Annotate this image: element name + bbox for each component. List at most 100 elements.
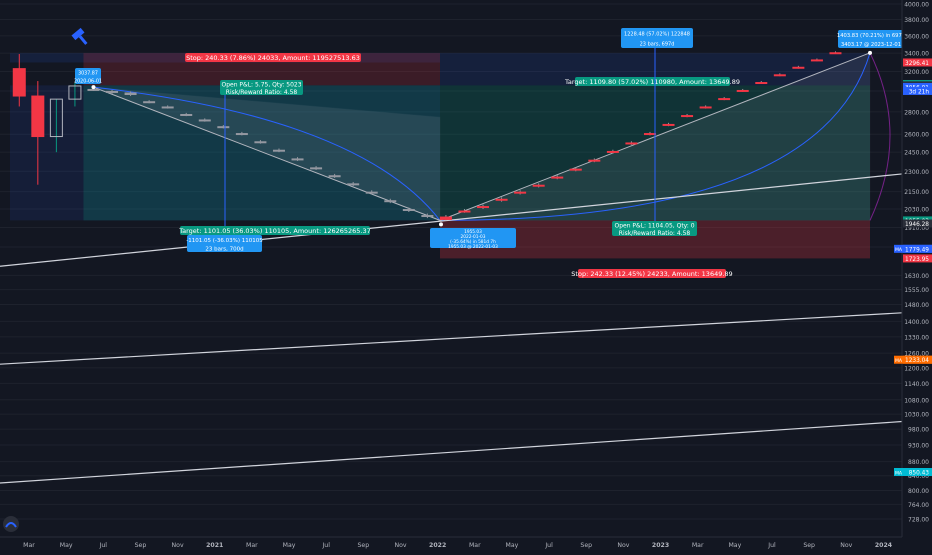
candle-body [569, 168, 582, 171]
x-tick-label: Mar [23, 542, 35, 549]
x-tick-label: Nov [394, 542, 406, 549]
y-tick-label: 2800.00 [904, 109, 929, 116]
short-pnl-label-text-0: Open P&L: 5.75, Qty: 5023 [221, 81, 301, 88]
y-tick-label: 930.00 [908, 442, 929, 449]
hammer-icon[interactable] [71, 27, 90, 48]
end-point-marker[interactable] [868, 50, 872, 55]
candle-body [681, 115, 694, 118]
x-tick-label: 2023 [652, 542, 669, 549]
y-tick-label: 728.00 [908, 517, 929, 524]
y-tick-label: 3800.00 [904, 17, 929, 24]
candle-body [643, 133, 656, 136]
price-label-8[interactable]: 1723.95 [903, 254, 932, 263]
end-label-text-0: 1403.83 (70.21%) in 697d [837, 33, 905, 39]
chart-svg[interactable]: Stop: 240.33 (7.86%) 24033, Amount: 1195… [0, 0, 932, 550]
short-stop-label[interactable]: Stop: 240.33 (7.86%) 24033, Amount: 1195… [185, 53, 361, 62]
end-label-text-1: 3403.17 @ 2023-12-01 [841, 42, 901, 48]
candle-body [514, 191, 527, 194]
long-stop-label-text-0: Stop: 242.33 (12.45%) 24233, Amount: 136… [571, 270, 732, 278]
y-tick-label: 980.00 [908, 427, 929, 434]
short-pnl-label-text-1: Risk/Reward Ratio: 4.58 [226, 89, 298, 96]
x-tick-label: Nov [172, 542, 184, 549]
y-tick-label: 1400.00 [904, 319, 929, 326]
ma-label-0[interactable]: MA 1779.49 [894, 244, 932, 254]
price-label-6[interactable]: 1946.28 [903, 219, 932, 229]
candle-body [402, 209, 415, 212]
hammer-handle [78, 35, 88, 45]
candle-body [291, 158, 304, 161]
x-tick-label: Jul [99, 542, 108, 549]
candle-body [235, 133, 248, 136]
candle-body [87, 88, 100, 91]
top-label[interactable]: 3037.87 2020-06-01 [74, 68, 102, 85]
y-tick-label: 880.00 [908, 459, 929, 466]
short-target-label[interactable]: Target: 1101.05 (36.03%) 110105, Amount:… [178, 226, 371, 235]
candle-body [310, 167, 323, 170]
ma-label-value: 1233.04 [905, 358, 929, 364]
y-tick-label: 3600.00 [904, 33, 929, 40]
y-tick-label: 2300.00 [904, 169, 929, 176]
short-stop-label-text-0: Stop: 240.33 (7.86%) 24033, Amount: 1195… [186, 54, 360, 62]
price-label-text: 1946.28 [905, 222, 929, 228]
candle-body [662, 123, 675, 126]
x-tick-label: Jul [321, 542, 330, 549]
ma-line-3[interactable] [0, 420, 903, 484]
candle-body [143, 101, 156, 104]
y-tick-label: 3200.00 [904, 69, 929, 76]
x-tick-label: Sep [135, 542, 147, 549]
candle-body [198, 119, 211, 122]
candle-body [180, 113, 193, 116]
x-tick-label: Sep [358, 542, 370, 549]
ma-label-2[interactable]: MA 850.43 [894, 468, 932, 477]
short-target-label-text-0: Target: 1101.05 (36.03%) 110105, Amount:… [178, 227, 371, 235]
long-pnl-label-text-1: Risk/Reward Ratio: 4.58 [619, 230, 691, 237]
candle-body [31, 95, 45, 138]
long-range-label[interactable]: 1228.48 (57.02%) 122848 23 bars, 697d [621, 28, 693, 48]
long-pnl-label[interactable]: Open P&L: 1104.05, Qty: 0Risk/Reward Rat… [612, 221, 697, 237]
candle-body [272, 149, 285, 152]
tradingview-logo-icon[interactable] [3, 516, 19, 532]
ma-label-tag: MA [895, 470, 903, 476]
low-point-marker[interactable] [439, 222, 443, 227]
candle-body [792, 66, 805, 69]
x-tick-label: May [728, 542, 741, 549]
y-tick-label: 2030.00 [904, 207, 929, 214]
candle-body [421, 215, 434, 218]
ma-label-tag: MA [895, 358, 903, 364]
fan-arc-right [869, 52, 891, 221]
long-range-label-text-1: 23 bars, 697d [640, 42, 675, 48]
y-tick-label: 1480.00 [904, 302, 929, 309]
price-label-4[interactable]: 3d 21h [903, 86, 932, 96]
x-tick-label: Nov [617, 542, 629, 549]
x-tick-label: Sep [580, 542, 592, 549]
long-target-label[interactable]: Target: 1109.80 (57.02%) 110980, Amount:… [564, 77, 740, 86]
short-range-label[interactable]: -1101.05 (-36.03%) 110105 23 bars, 700d [186, 235, 263, 252]
ma-line-2[interactable] [0, 312, 903, 365]
x-tick-label: Mar [246, 542, 258, 549]
ma-label-tag: MA [895, 247, 903, 253]
short-range-label-text-0: -1101.05 (-36.03%) 110105 [186, 238, 263, 244]
candle-body [551, 176, 564, 179]
candle-body [625, 142, 638, 145]
top-point-marker[interactable] [91, 85, 96, 90]
low-label[interactable]: 1955.032022-01-03(-35.64%) in 581d 7h195… [430, 228, 516, 250]
chart-canvas[interactable]: Stop: 240.33 (7.86%) 24033, Amount: 1195… [0, 0, 932, 550]
candle-2023-10[interactable] [829, 51, 842, 55]
ma-label-value: 850.43 [909, 471, 930, 477]
short-pnl-label[interactable]: Open P&L: 5.75, Qty: 5023Risk/Reward Rat… [220, 80, 303, 96]
y-tick-label: 1200.00 [904, 365, 929, 372]
candle-body [588, 159, 601, 162]
y-tick-label: 2450.00 [904, 150, 929, 157]
candle-body [606, 150, 619, 153]
long-stop-label[interactable]: Stop: 242.33 (12.45%) 24233, Amount: 136… [571, 269, 733, 278]
y-tick-label: 800.00 [908, 488, 929, 495]
y-tick-label: 1030.00 [904, 412, 929, 419]
candle-body [124, 92, 137, 96]
ma-label-1[interactable]: MA 1233.04 [894, 355, 932, 365]
candle-body [810, 59, 823, 62]
candle-body [161, 106, 174, 109]
price-label-0[interactable]: 3296.41 [903, 58, 932, 67]
candle-body [106, 90, 119, 93]
end-label[interactable]: 1403.83 (70.21%) in 697d 3403.17 @ 2023-1… [837, 30, 905, 48]
long-target-label-text-0: Target: 1109.80 (57.02%) 110980, Amount:… [564, 78, 740, 86]
